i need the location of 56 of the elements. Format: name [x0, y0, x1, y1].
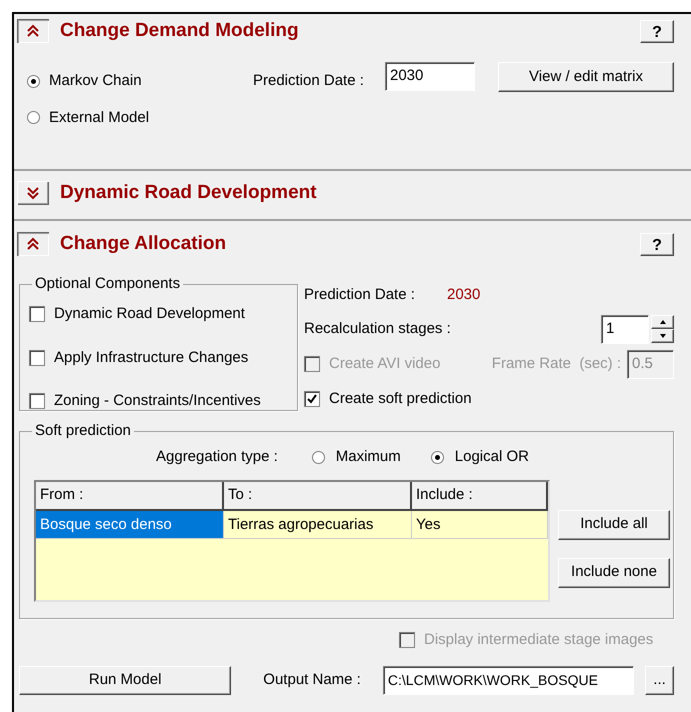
browse-button[interactable]: ...	[645, 666, 674, 694]
option-label: External Model	[49, 108, 150, 128]
field-label: Frame Rate (sec) :	[492, 354, 621, 374]
field-label: Output Name :	[263, 670, 362, 690]
field-label: Recalculation stages :	[304, 318, 451, 339]
run-model-button[interactable]: Run Model	[19, 666, 232, 694]
radio-button[interactable]	[27, 74, 40, 88]
table-cell: Tierras agropecuarias	[224, 510, 412, 538]
collapse-button[interactable]	[17, 19, 49, 43]
option-label: Markov Chain	[49, 71, 142, 91]
checkbox-label: Display intermediate stage images	[424, 630, 654, 650]
checkbox[interactable]	[304, 390, 320, 407]
checkbox-label: Dynamic Road Development	[54, 304, 245, 324]
column-header[interactable]: Include :	[412, 482, 548, 510]
table-cell: Yes	[412, 510, 548, 538]
checkbox-label: Create AVI video	[329, 354, 440, 374]
expand-button[interactable]	[17, 181, 49, 205]
section-title: Dynamic Road Development	[60, 180, 317, 205]
include-all-button[interactable]: Include all	[558, 510, 670, 540]
checkbox[interactable]	[29, 350, 45, 366]
date-field[interactable]: 2030	[385, 62, 475, 91]
date-value: 2030	[447, 285, 480, 305]
field-label: Prediction Date :	[304, 285, 416, 305]
include-none-button[interactable]: Include none	[558, 558, 670, 588]
double-chevron-up-icon	[26, 237, 40, 251]
column-header[interactable]: To :	[224, 482, 412, 510]
stages-field[interactable]: 1	[601, 314, 649, 344]
matrix-button[interactable]: View / edit matrix	[498, 62, 674, 92]
field-label: Prediction Date :	[253, 71, 365, 91]
column-header[interactable]: From :	[36, 482, 224, 510]
up-arrow-icon	[660, 320, 666, 324]
radio-button[interactable]	[312, 450, 325, 464]
spin-down-button[interactable]	[651, 329, 674, 343]
option-label: Logical OR	[454, 447, 529, 467]
section-title: Change Demand Modeling	[60, 18, 299, 43]
checkbox[interactable]	[29, 306, 45, 322]
option-label: Maximum	[336, 447, 401, 467]
checkbox[interactable]	[29, 393, 45, 410]
checkbox-label: Apply Infrastructure Changes	[54, 348, 248, 368]
group-title: Soft prediction	[32, 422, 134, 440]
help-button[interactable]: ?	[640, 232, 674, 256]
section-title: Change Allocation	[60, 232, 226, 256]
group-title: Optional Components	[32, 275, 184, 293]
double-chevron-down-icon	[26, 186, 40, 200]
output-name-field[interactable]: C:\LCM\WORK\WORK_BOSQUE	[382, 666, 634, 694]
field-label: Aggregation type :	[156, 447, 278, 467]
radio-button[interactable]	[430, 450, 444, 464]
checkbox-label: Zoning - Constraints/Incentives	[54, 391, 261, 411]
help-button[interactable]: ?	[640, 20, 674, 42]
down-arrow-icon	[660, 334, 666, 338]
radio-button[interactable]	[27, 111, 40, 124]
checkbox-label: Create soft prediction	[329, 388, 472, 408]
collapse-button[interactable]	[17, 232, 49, 256]
table-cell: Bosque seco denso	[36, 510, 224, 538]
spin-up-button[interactable]	[651, 315, 674, 329]
double-chevron-up-icon	[26, 24, 40, 38]
